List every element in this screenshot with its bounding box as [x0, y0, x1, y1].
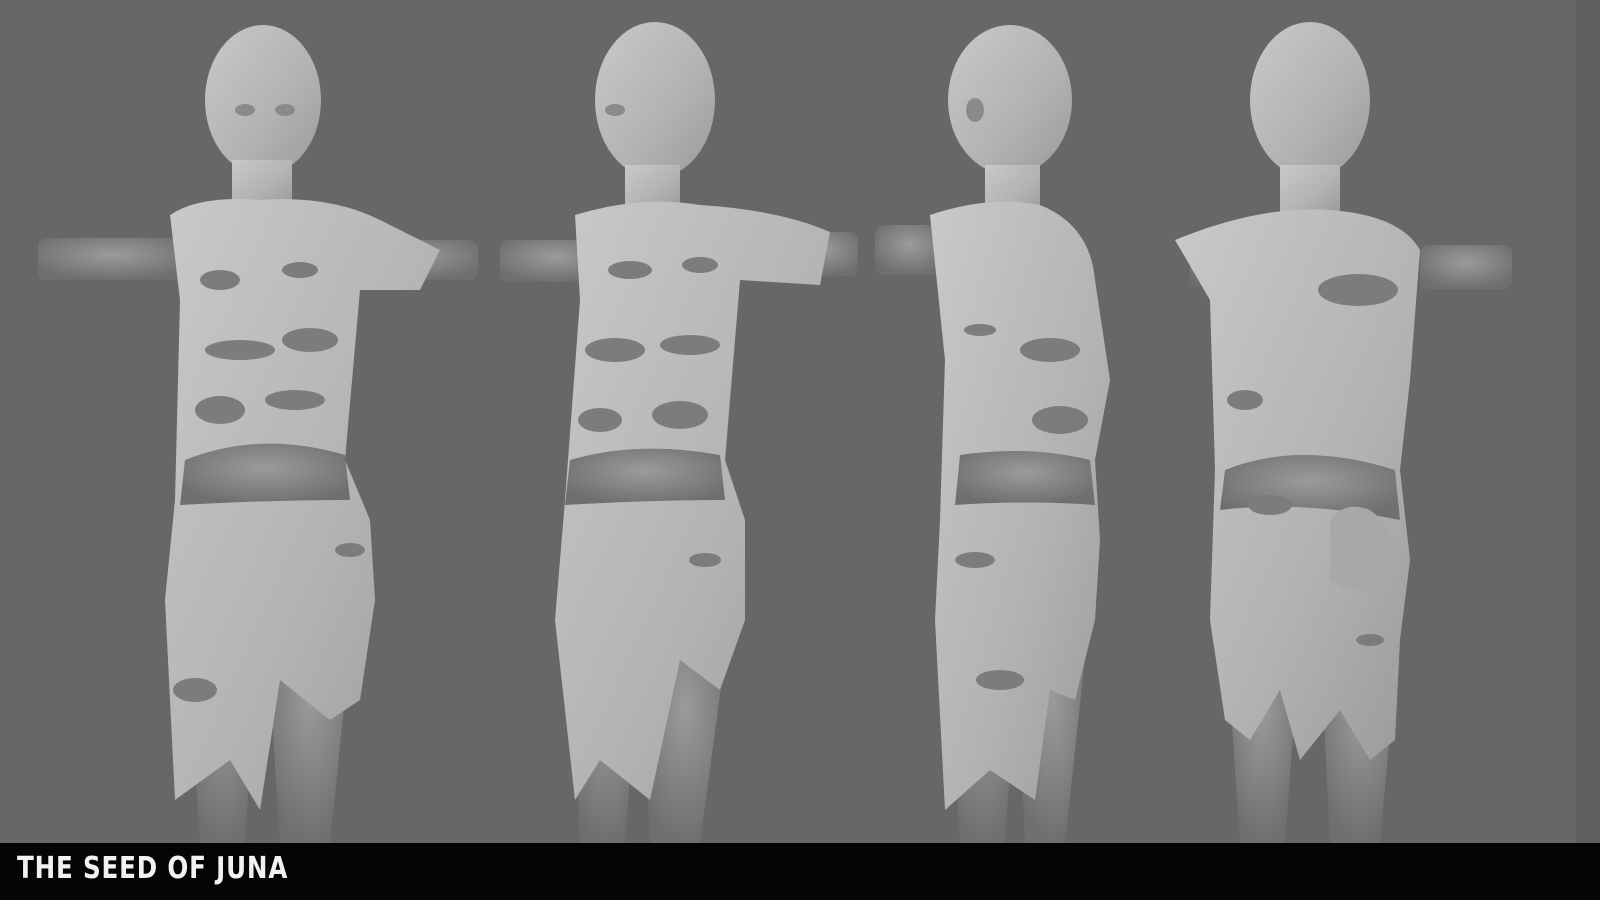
- cloth-hole: [682, 257, 718, 273]
- neck: [1280, 165, 1340, 215]
- cloth-hole: [964, 324, 996, 336]
- cloth-hole: [335, 543, 365, 557]
- viewport-edge: [1576, 0, 1600, 843]
- eye: [605, 104, 625, 116]
- caption-title: THE SEED OF JUNA: [17, 851, 289, 886]
- cloth-hole: [578, 408, 622, 432]
- cloth-hole: [660, 335, 720, 355]
- cloth-hole: [608, 261, 652, 279]
- figure-three-quarter: [500, 22, 858, 843]
- figure-side: [875, 25, 1110, 843]
- ear: [966, 98, 984, 122]
- eye: [275, 104, 295, 116]
- exposed-belly: [565, 448, 725, 505]
- cloth-hole: [1227, 390, 1263, 410]
- head: [1250, 22, 1370, 178]
- cloth-hole: [585, 338, 645, 362]
- cloth-hole: [1248, 495, 1292, 515]
- cloth-hole: [173, 678, 217, 702]
- cloth-hole: [282, 262, 318, 278]
- left-arm: [38, 238, 188, 280]
- figure-front: [38, 25, 478, 843]
- figure-back: [1175, 22, 1512, 843]
- cloth-hole: [205, 340, 275, 360]
- cloth-hole: [282, 328, 338, 352]
- render-canvas: [38, 22, 1512, 843]
- cloth-hole: [689, 553, 721, 567]
- eye: [235, 104, 255, 116]
- head: [205, 25, 321, 175]
- cloth-hole: [1356, 634, 1384, 646]
- neck: [232, 160, 292, 205]
- cloth-hole: [955, 552, 995, 568]
- cloth-hole: [976, 670, 1024, 690]
- head: [948, 25, 1072, 175]
- cloth-hole: [1020, 338, 1080, 362]
- cloth-wrap: [930, 201, 1110, 810]
- cloth-hole: [1032, 406, 1088, 434]
- right-arm: [1420, 245, 1512, 289]
- exposed-belly: [955, 451, 1095, 505]
- cloth-hole: [265, 390, 325, 410]
- cloth-hole: [1318, 274, 1398, 306]
- head: [595, 22, 715, 178]
- cloth-hole: [652, 401, 708, 429]
- cloth-hole: [195, 396, 245, 424]
- render-viewport: [0, 0, 1576, 843]
- cloth-hole: [200, 270, 240, 290]
